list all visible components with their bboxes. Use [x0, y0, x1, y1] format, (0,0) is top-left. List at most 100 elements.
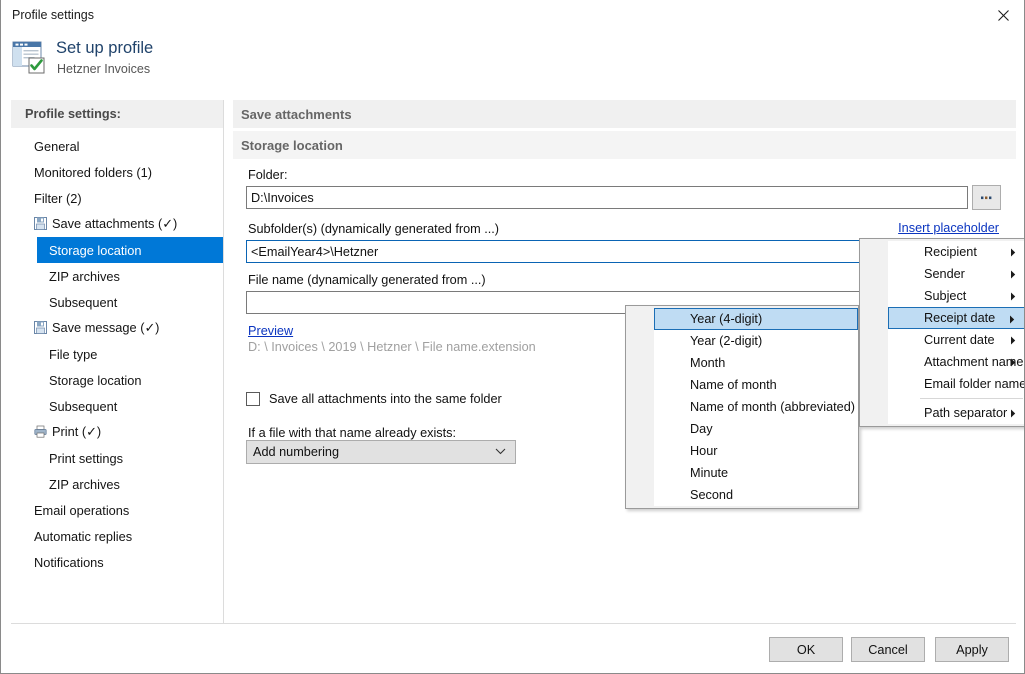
- submenu-item-second[interactable]: Second: [654, 484, 858, 506]
- sidebar-item-print[interactable]: Print (✓): [11, 419, 223, 445]
- menu-item-label: Path separator: [924, 406, 1008, 420]
- submenu-item-month[interactable]: Month: [654, 352, 858, 374]
- menu-item-sender[interactable]: Sender: [888, 263, 1024, 285]
- menu-gutter: [861, 240, 889, 425]
- menu-separator: [920, 398, 1023, 399]
- cancel-button[interactable]: Cancel: [851, 637, 925, 662]
- menu-item-label: Email folder name: [924, 377, 1025, 391]
- menu-item-current-date[interactable]: Current date: [888, 329, 1024, 351]
- menu-item-label: Sender: [924, 267, 965, 281]
- sidebar-item-general[interactable]: General: [11, 133, 223, 159]
- menu-item-label: Year (4-digit): [690, 312, 763, 326]
- sidebar-item-subsequent[interactable]: Subsequent: [11, 289, 223, 315]
- receipt-date-submenu: Year (4-digit) Year (2-digit) Month Name of…: [625, 305, 859, 509]
- submenu-item-name-of-month[interactable]: Name of month: [654, 374, 858, 396]
- menu-item-label: Hour: [690, 444, 718, 458]
- folder-input[interactable]: [246, 186, 968, 209]
- menu-item-label: Subject: [924, 289, 967, 303]
- close-icon: [997, 9, 1009, 21]
- sidebar-item-filter-2[interactable]: Filter (2): [11, 185, 223, 211]
- same-folder-checkbox[interactable]: Save all attachments into the same folde…: [246, 392, 502, 406]
- chevron-right-icon: [1011, 248, 1016, 257]
- submenu-item-name-of-month-abbreviated[interactable]: Name of month (abbreviated): [654, 396, 858, 418]
- receipt-date-submenu-items: Year (4-digit) Year (2-digit) Month Name of…: [654, 308, 858, 506]
- sidebar-item-zip-archives[interactable]: ZIP archives: [11, 471, 223, 497]
- page-title: Set up profile: [56, 39, 154, 57]
- sidebar-item-label: Filter (2): [34, 190, 82, 206]
- menu-item-receipt-date[interactable]: Receipt date: [888, 307, 1024, 329]
- sidebar-item-print-settings[interactable]: Print settings: [11, 445, 223, 471]
- sidebar-item-label: Monitored folders (1): [34, 164, 153, 180]
- page-subtitle: Hetzner Invoices: [57, 62, 151, 76]
- ok-button[interactable]: OK: [769, 637, 843, 662]
- chevron-right-icon: [1011, 409, 1016, 418]
- menu-item-recipient[interactable]: Recipient: [888, 241, 1024, 263]
- pane-section-header: Save attachments: [233, 100, 1016, 128]
- browse-folder-button[interactable]: [972, 185, 1001, 210]
- sidebar-item-label: File type: [49, 346, 98, 362]
- submenu-item-minute[interactable]: Minute: [654, 462, 858, 484]
- pane-section-title: Save attachments: [241, 106, 352, 122]
- window-title: Profile settings: [12, 8, 94, 22]
- sidebar-item-label: ZIP archives: [49, 268, 120, 284]
- menu-item-label: Recipient: [924, 245, 977, 259]
- folder-label: Folder:: [248, 168, 288, 182]
- subfolder-label: Subfolder(s) (dynamically generated from…: [248, 222, 500, 236]
- sidebar-item-label: General: [34, 138, 80, 154]
- profile-window-check-icon: [12, 40, 50, 76]
- footer-divider: [11, 623, 1016, 624]
- sidebar-item-notifications[interactable]: Notifications: [11, 549, 223, 575]
- menu-item-email-folder-name[interactable]: Email folder name: [888, 373, 1025, 395]
- chevron-right-icon: [1011, 336, 1016, 345]
- sidebar-item-file-type[interactable]: File type: [11, 341, 223, 367]
- menu-item-subject[interactable]: Subject: [888, 285, 1024, 307]
- sidebar-item-email-operations[interactable]: Email operations: [11, 497, 223, 523]
- submenu-item-hour[interactable]: Hour: [654, 440, 858, 462]
- submenu-item-day[interactable]: Day: [654, 418, 858, 440]
- sidebar-item-label: Storage location: [49, 372, 142, 388]
- pane-subsection-header: Storage location: [233, 131, 1016, 159]
- preview-link[interactable]: Preview: [248, 324, 293, 338]
- sidebar-item-storage-location[interactable]: Storage location: [37, 237, 223, 263]
- file-exists-select[interactable]: Add numbering: [246, 440, 516, 464]
- sidebar-item-label: Notifications: [34, 554, 104, 570]
- sidebar-item-monitored-folders-1[interactable]: Monitored folders (1): [11, 159, 223, 185]
- sidebar-nav: General Monitored folders (1) Filter (2) Sa…: [11, 133, 223, 575]
- submenu-item-year-4-digit[interactable]: Year (4-digit): [654, 308, 858, 330]
- sidebar-item-save-message[interactable]: Save message (✓): [11, 315, 223, 341]
- menu-gutter: [627, 307, 655, 507]
- sidebar-item-save-attachments[interactable]: Save attachments (✓): [11, 211, 223, 237]
- menu-item-path-separator[interactable]: Path separator: [888, 402, 1024, 424]
- sidebar-item-automatic-replies[interactable]: Automatic replies: [11, 523, 223, 549]
- menu-item-label: Second: [690, 488, 734, 502]
- menu-item-label: Current date: [924, 333, 995, 347]
- sidebar-item-label: Automatic replies: [34, 528, 133, 544]
- insert-placeholder-link[interactable]: Insert placeholder: [898, 221, 999, 235]
- sidebar-item-label: Subsequent: [49, 294, 118, 310]
- pane-subsection-title: Storage location: [241, 137, 343, 153]
- sidebar-item-label: Storage location: [49, 242, 142, 258]
- sidebar-item-label: Subsequent: [49, 398, 118, 414]
- menu-item-label: Year (2-digit): [690, 334, 763, 348]
- same-folder-checkbox-label: Save all attachments into the same folde…: [269, 392, 502, 406]
- menu-item-label: Attachment name: [924, 355, 1024, 369]
- apply-button[interactable]: Apply: [935, 637, 1009, 662]
- menu-item-label: Name of month (abbreviated): [690, 400, 856, 414]
- chevron-down-icon: [495, 448, 506, 455]
- close-button[interactable]: [980, 0, 1024, 30]
- ellipsis-icon: [980, 196, 991, 199]
- chevron-right-icon: [1011, 270, 1016, 279]
- menu-item-attachment-name[interactable]: Attachment name: [888, 351, 1024, 373]
- menu-item-label: Receipt date: [924, 311, 996, 325]
- preview-path-text: D: \ Invoices \ 2019 \ Hetzner \ File na…: [248, 340, 536, 354]
- sidebar-item-subsequent[interactable]: Subsequent: [11, 393, 223, 419]
- save-icon: [34, 217, 47, 230]
- submenu-item-year-2-digit[interactable]: Year (2-digit): [654, 330, 858, 352]
- insert-placeholder-menu-items: Recipient Sender Subject Receipt date Curren…: [888, 241, 1025, 424]
- printer-icon: [34, 425, 47, 438]
- filename-label: File name (dynamically generated from ..…: [248, 273, 486, 287]
- sidebar-item-storage-location[interactable]: Storage location: [11, 367, 223, 393]
- sidebar-item-zip-archives[interactable]: ZIP archives: [11, 263, 223, 289]
- file-exists-select-value: Add numbering: [253, 445, 340, 459]
- sidebar-item-label: Save message (✓): [52, 320, 160, 335]
